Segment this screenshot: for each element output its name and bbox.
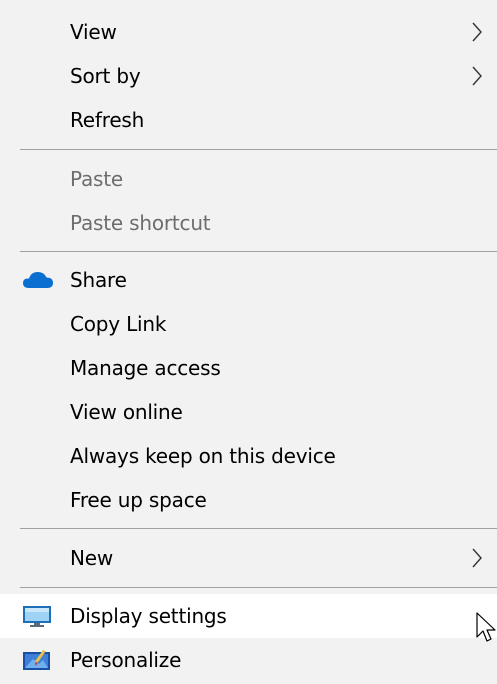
menu-item-copy-link[interactable]: Copy Link	[0, 302, 497, 346]
menu-separator	[20, 587, 497, 588]
menu-item-paste-shortcut[interactable]: Paste shortcut	[0, 201, 497, 245]
menu-item-view[interactable]: View	[0, 10, 497, 54]
menu-item-manage-access[interactable]: Manage access	[0, 346, 497, 390]
menu-item-free-up-space[interactable]: Free up space	[0, 478, 497, 522]
menu-item-always-keep[interactable]: Always keep on this device	[0, 434, 497, 478]
menu-item-label: Display settings	[70, 604, 227, 628]
menu-item-label: Share	[70, 268, 127, 292]
desktop-context-menu: View Sort by Refresh Paste Paste shortcu…	[0, 0, 497, 684]
menu-item-label: Free up space	[70, 488, 207, 512]
menu-separator	[20, 528, 497, 529]
menu-item-view-online[interactable]: View online	[0, 390, 497, 434]
menu-item-sort-by[interactable]: Sort by	[0, 54, 497, 98]
menu-item-label: View	[70, 20, 117, 44]
menu-item-label: Manage access	[70, 356, 221, 380]
chevron-right-icon	[472, 22, 482, 42]
menu-item-label: Personalize	[70, 648, 182, 672]
onedrive-cloud-icon	[23, 272, 53, 288]
menu-item-refresh[interactable]: Refresh	[0, 98, 497, 142]
personalize-icon	[23, 649, 50, 670]
menu-item-new[interactable]: New	[0, 536, 497, 580]
menu-separator	[20, 251, 497, 252]
menu-item-label: Paste shortcut	[70, 211, 211, 235]
chevron-right-icon	[472, 548, 482, 568]
menu-item-share[interactable]: Share	[0, 258, 497, 302]
menu-item-paste[interactable]: Paste	[0, 157, 497, 201]
menu-item-label: Copy Link	[70, 312, 167, 336]
menu-item-display-settings[interactable]: Display settings	[0, 594, 497, 638]
menu-item-label: Sort by	[70, 64, 141, 88]
menu-item-label: New	[70, 546, 114, 570]
display-monitor-icon	[23, 606, 51, 627]
menu-item-label: View online	[70, 400, 183, 424]
menu-item-label: Always keep on this device	[70, 444, 336, 468]
chevron-right-icon	[472, 66, 482, 86]
menu-item-personalize[interactable]: Personalize	[0, 638, 497, 682]
menu-item-label: Refresh	[70, 108, 145, 132]
menu-separator	[20, 149, 497, 150]
menu-item-label: Paste	[70, 167, 123, 191]
mouse-pointer-icon	[476, 612, 496, 642]
